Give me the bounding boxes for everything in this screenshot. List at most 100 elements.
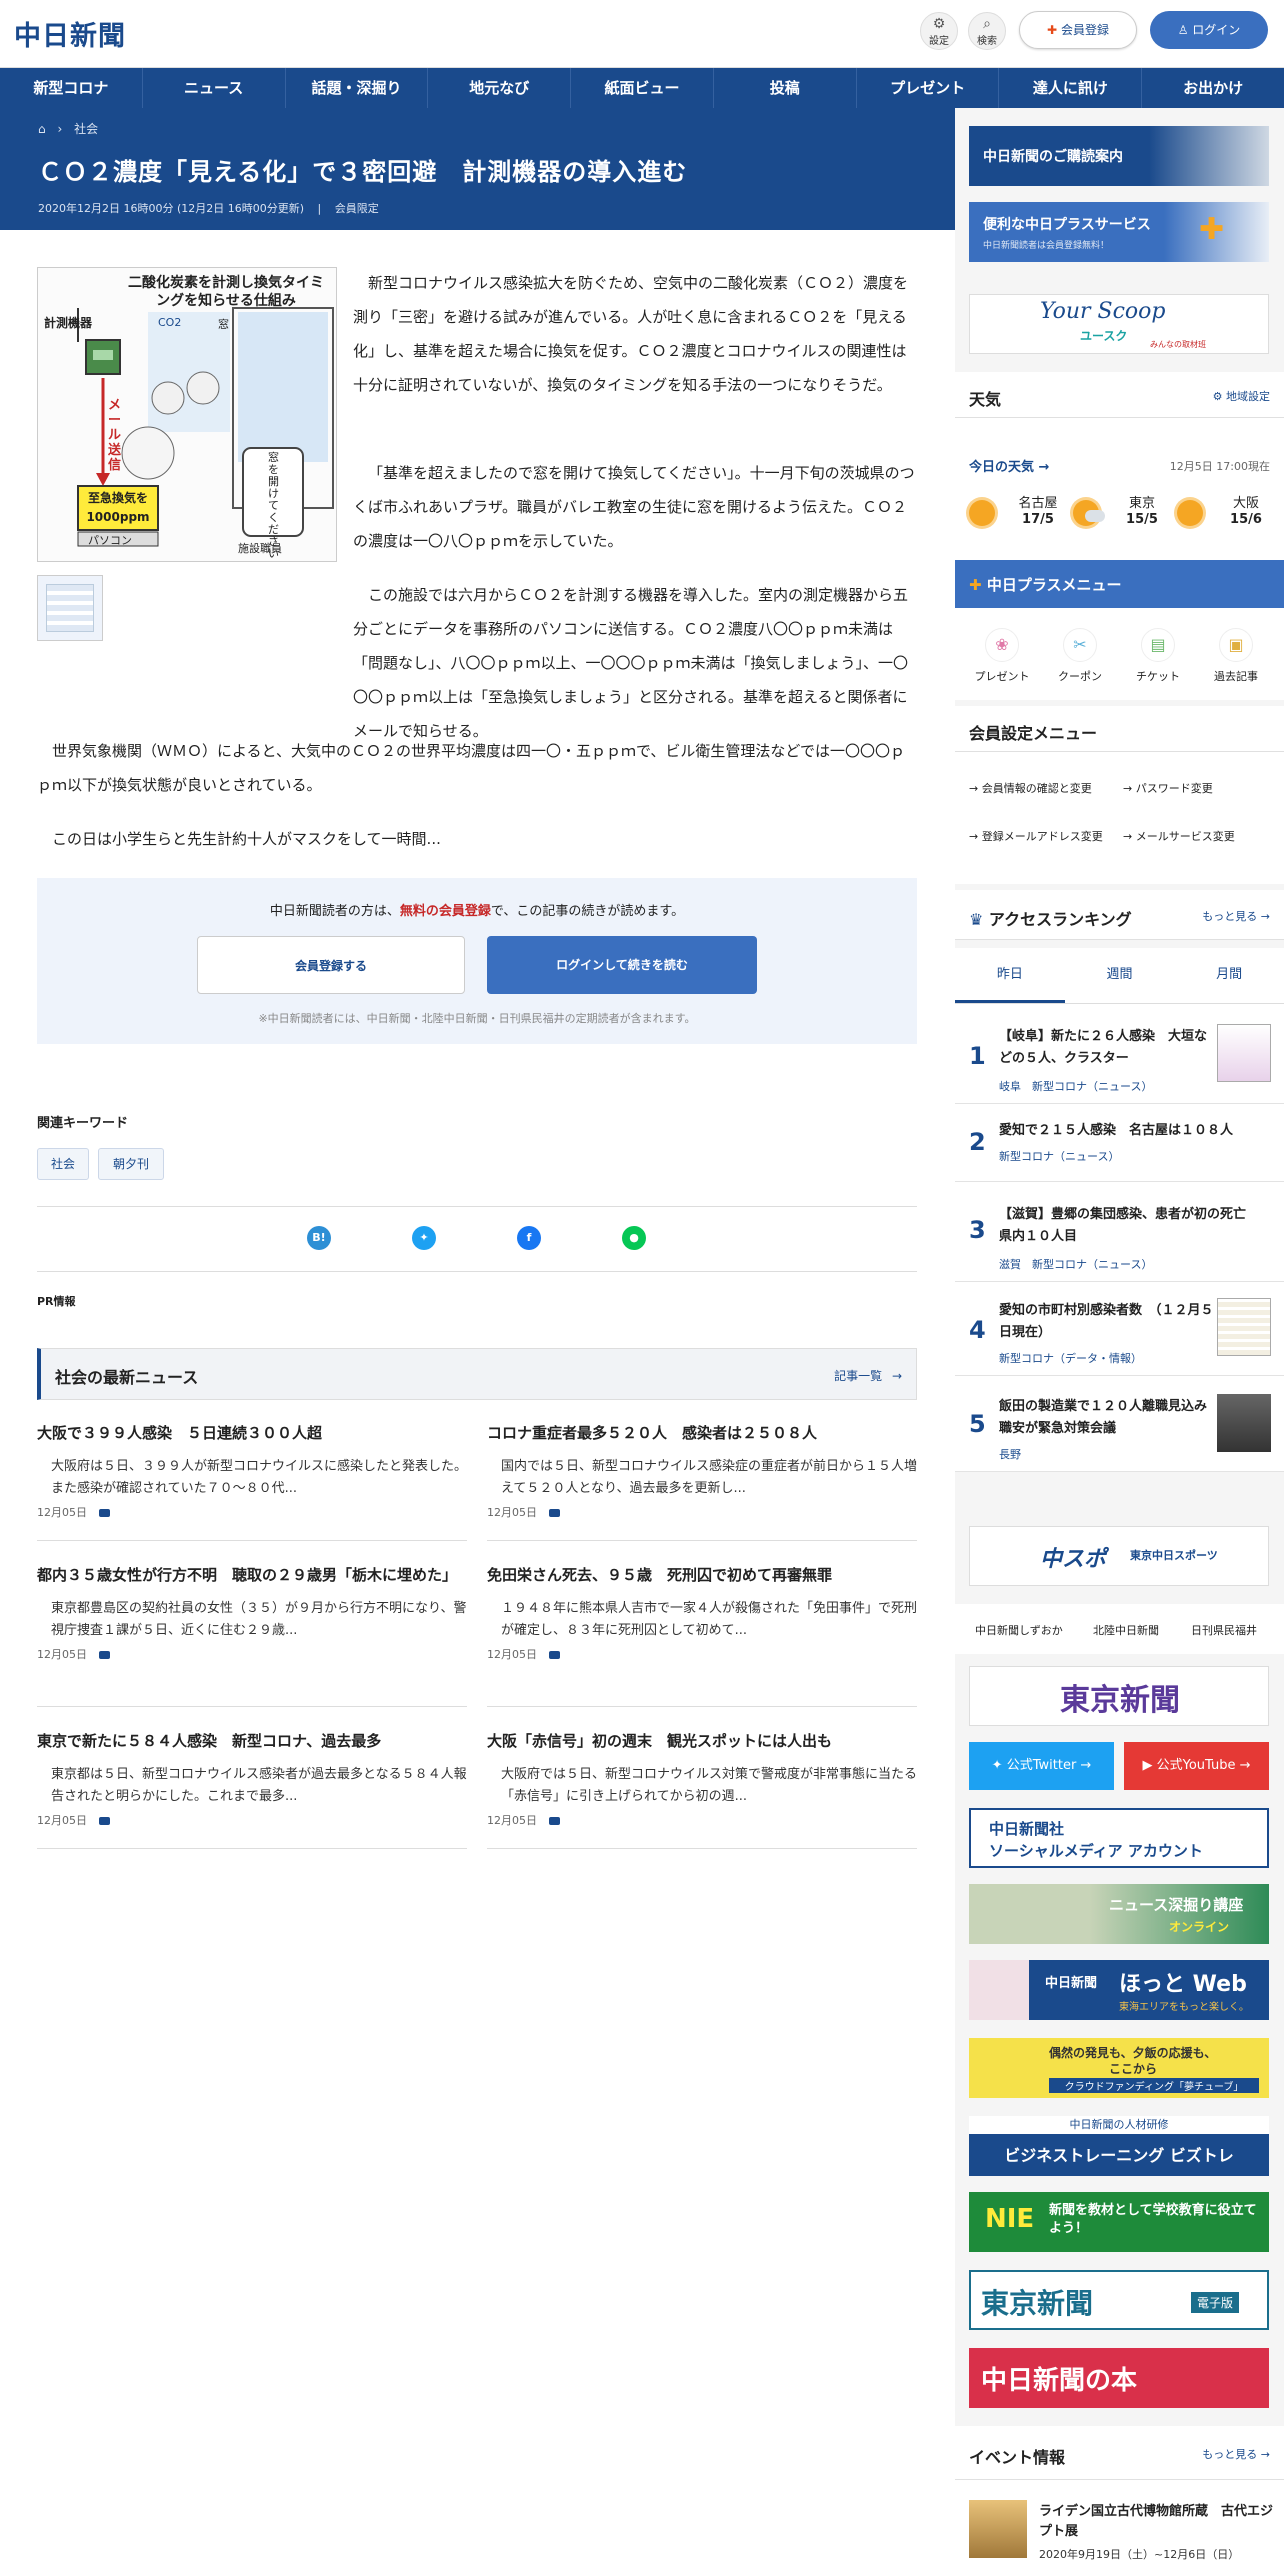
news-date: 12月05日	[37, 1504, 467, 1520]
nav-news[interactable]: ニュース	[143, 68, 286, 108]
news-item[interactable]: コロナ重症者最多５２０人 感染者は２５０８人 国内では５日、新型コロナウイルス感…	[487, 1420, 917, 1520]
link-hokuriku[interactable]: 北陸中日新聞	[1093, 1622, 1159, 1638]
tab-weekly[interactable]: 週間	[1065, 948, 1175, 1003]
ranking-item[interactable]: 4 愛知の市町村別感染者数 （１２月５日現在） 新型コロナ（データ・情報）	[955, 1282, 1284, 1376]
link-fukui[interactable]: 日刊県民福井	[1191, 1622, 1257, 1638]
crowdfunding-banner[interactable]: 偶然の発見も、夕飯の応援も、 ここから クラウドファンディング「夢チューブ」	[969, 2038, 1269, 2098]
site-logo[interactable]: 中日新聞	[14, 14, 126, 53]
line-icon: ●	[629, 1231, 639, 1244]
login-button[interactable]: ♙ ログイン	[1150, 11, 1268, 49]
member-menu-item[interactable]: → 登録メールアドレス変更	[969, 828, 1119, 846]
link-shizuoka[interactable]: 中日新聞しずおか	[975, 1622, 1063, 1638]
twitter-official-button[interactable]: ✦ 公式Twitter →	[969, 1742, 1114, 1790]
tokyo-digital-banner[interactable]: 東京新聞 電子版	[969, 2270, 1269, 2330]
yourscoop-banner[interactable]: Your Scoop ユースク みんなの取材班	[969, 294, 1269, 354]
rank-category: 新型コロナ（ニュース）	[999, 1150, 1120, 1163]
ranking-item[interactable]: 1 【岐阜】新たに２６人感染 大垣などの５人、クラスター 岐阜 新型コロナ（ニュ…	[955, 1004, 1284, 1104]
member-menu-item[interactable]: → 会員情報の確認と変更	[969, 780, 1119, 798]
nav-local[interactable]: 地元なび	[428, 68, 572, 108]
latest-news-more-link[interactable]: 記事一覧 →	[834, 1367, 902, 1384]
news-title: コロナ重症者最多５２０人 感染者は２５０８人	[487, 1424, 818, 1442]
paywall-register-button[interactable]: 会員登録する	[197, 936, 465, 994]
fukabori-banner[interactable]: ニュース深掘り講座 オンライン	[969, 1884, 1269, 1944]
nie-banner[interactable]: NIE 新聞を教材として学校教育に役立てよう！	[969, 2192, 1269, 2252]
ranking-more-link[interactable]: もっと見る →	[1202, 908, 1270, 924]
tab-yesterday[interactable]: 昨日	[955, 948, 1065, 1003]
today-weather-link[interactable]: 今日の天気 →	[969, 456, 1049, 475]
search-label: 検索	[977, 36, 997, 47]
news-desc: 大阪府は５日、３９９人が新型コロナウイルスに感染したと発表した。また感染が確認さ…	[51, 1459, 468, 1496]
hotweb-sub: 東海エリアをもっと楽しく。	[1119, 2002, 1249, 2013]
nav-corona[interactable]: 新型コロナ	[0, 68, 143, 108]
plus-menu-coupon[interactable]: ✂ クーポン	[1045, 628, 1115, 684]
paywall-login-button[interactable]: ログインして続きを読む	[487, 936, 757, 994]
nav-outing[interactable]: お出かけ	[1142, 68, 1284, 108]
member-menu-body	[955, 752, 1284, 884]
rank-title: 飯田の製造業で１２０人離職見込み 職安が緊急対策会議	[999, 1399, 1221, 1436]
news-item[interactable]: 免田栄さん死去、９５歳 死刑囚で初めて再審無罪 １９４８年に熊本県人吉市で一家４…	[487, 1562, 917, 1662]
keyword-tag[interactable]: 朝夕刊	[98, 1148, 164, 1180]
facebook-share-button[interactable]: f	[517, 1226, 541, 1250]
youtube-official-button[interactable]: ▶ 公式YouTube →	[1124, 1742, 1269, 1790]
affiliate-links: 中日新聞しずおか 北陸中日新聞 日刊県民福井	[955, 1604, 1284, 1654]
subscription-banner[interactable]: 中日新聞のご購読案内	[969, 126, 1269, 186]
ranking-item[interactable]: 3 【滋賀】豊郷の集団感染、患者が初の死亡 県内１０人目 滋賀 新型コロナ（ニュ…	[955, 1182, 1284, 1282]
nav-expert[interactable]: 達人に訊け	[999, 68, 1143, 108]
crown-icon: ♛	[969, 910, 984, 929]
city-temp: 17/5	[1022, 512, 1054, 527]
divider	[487, 1706, 917, 1707]
plus-menu-ticket[interactable]: ▤ チケット	[1123, 628, 1193, 684]
event-item[interactable]: ライデン国立古代博物館所蔵 古代エジプト展 2020年9月19日（土）~12月6…	[955, 2480, 1284, 2568]
nav-paper-view[interactable]: 紙面ビュー	[571, 68, 714, 108]
keyword-tag[interactable]: 社会	[37, 1148, 89, 1180]
paywall-register-link[interactable]: 無料の会員登録	[400, 904, 491, 919]
member-menu-item[interactable]: → パスワード変更	[1123, 780, 1273, 798]
search-button[interactable]: ⌕ 検索	[968, 12, 1006, 50]
breadcrumb-category[interactable]: 社会	[74, 122, 98, 136]
hatena-share-button[interactable]: B!	[307, 1226, 331, 1250]
news-item[interactable]: 東京で新たに５８４人感染 新型コロナ、過去最多 東京都は５日、新型コロナウイルス…	[37, 1728, 467, 1828]
settings-button[interactable]: ⚙ 設定	[920, 12, 958, 50]
plus-menu-present[interactable]: ❀ プレゼント	[967, 628, 1037, 684]
nav-topics[interactable]: 話題・深掘り	[286, 68, 429, 108]
ranking-item[interactable]: 5 飯田の製造業で１２０人離職見込み 職安が緊急対策会議 長野	[955, 1376, 1284, 1472]
region-setting-link[interactable]: ⚙ 地域設定	[1213, 388, 1270, 404]
member-menu-label: 会員情報の確認と変更	[981, 782, 1092, 795]
social-media-banner[interactable]: 中日新聞社 ソーシャルメディア アカウント	[969, 1808, 1269, 1868]
line-share-button[interactable]: ●	[622, 1226, 646, 1250]
tab-monthly[interactable]: 月間	[1174, 948, 1284, 1003]
news-desc: 国内では５日、新型コロナウイルス感染症の重症者が前日から１５人増えて５２０人とな…	[501, 1459, 918, 1496]
nav-post[interactable]: 投稿	[714, 68, 857, 108]
events-more-link[interactable]: もっと見る →	[1202, 2446, 1270, 2462]
article-paragraph: 「基準を超えましたので窓を開けて換気してください」。十一月下旬の茨城県のつくば市…	[353, 464, 915, 550]
camera-icon	[99, 1509, 110, 1517]
twitter-share-button[interactable]: ✦	[412, 1226, 436, 1250]
news-item[interactable]: 大阪で３９９人感染 ５日連続３００人超 大阪府は５日、３９９人が新型コロナウイル…	[37, 1420, 467, 1520]
paywall-text: 中日新聞読者の方は、無料の会員登録で、この記事の続きが読めます。	[37, 900, 917, 919]
hotweb-banner[interactable]: 中日新聞 ほっと Web 東海エリアをもっと楽しく。	[969, 1960, 1269, 2020]
article-header: ⌂ › 社会 ＣＯ２濃度「見える化」で３密回避 計測機器の導入進む 2020年1…	[0, 108, 955, 230]
chuspo-banner[interactable]: 中スポ 東京中日スポーツ	[969, 1526, 1269, 1586]
nav-present[interactable]: プレゼント	[857, 68, 1000, 108]
rank-category: 長野	[999, 1448, 1021, 1461]
weather-nagoya[interactable]: 名古屋 17/5	[969, 492, 1069, 536]
tokyo-digital-sub: 電子版	[1191, 2292, 1240, 2313]
news-item[interactable]: 大阪「赤信号」初の週末 観光スポットには人出も 大阪府では５日、新型コロナウイル…	[487, 1728, 917, 1828]
home-icon[interactable]: ⌂	[38, 122, 46, 136]
register-button[interactable]: ✚ 会員登録	[1019, 11, 1137, 49]
gear-icon: ⚙	[1212, 390, 1223, 403]
weather-tokyo[interactable]: 東京 15/5	[1073, 492, 1173, 536]
books-banner[interactable]: 中日新聞の本	[969, 2348, 1269, 2408]
weather-osaka[interactable]: 大阪 15/6	[1177, 492, 1277, 536]
plus-service-banner[interactable]: 便利な中日プラスサービス 中日新聞読者は会員登録無料！ ✚	[969, 202, 1269, 262]
ranking-item[interactable]: 2 愛知で２１５人感染 名古屋は１０８人 新型コロナ（ニュース）	[955, 1104, 1284, 1182]
rank-number: 2	[969, 1128, 986, 1156]
camera-icon	[549, 1509, 560, 1517]
news-item[interactable]: 都内３５歳女性が行方不明 聴取の２９歳男「栃木に埋めた」 東京都豊島区の契約社員…	[37, 1562, 467, 1662]
plus-menu-archive[interactable]: ▣ 過去記事	[1201, 628, 1271, 684]
member-menu-item[interactable]: → メールサービス変更	[1123, 828, 1273, 846]
tokyo-shimbun-banner[interactable]: 東京新聞	[969, 1666, 1269, 1726]
biztore-banner[interactable]: 中日新聞の人材研修 ビジネストレーニング ビズトレ	[969, 2116, 1269, 2176]
camera-icon	[99, 1651, 110, 1659]
article-figure[interactable]: 二酸化炭素を計測し換気タイミングを知らせる仕組み 計測機器 CO2 窓 メール送…	[37, 267, 337, 562]
